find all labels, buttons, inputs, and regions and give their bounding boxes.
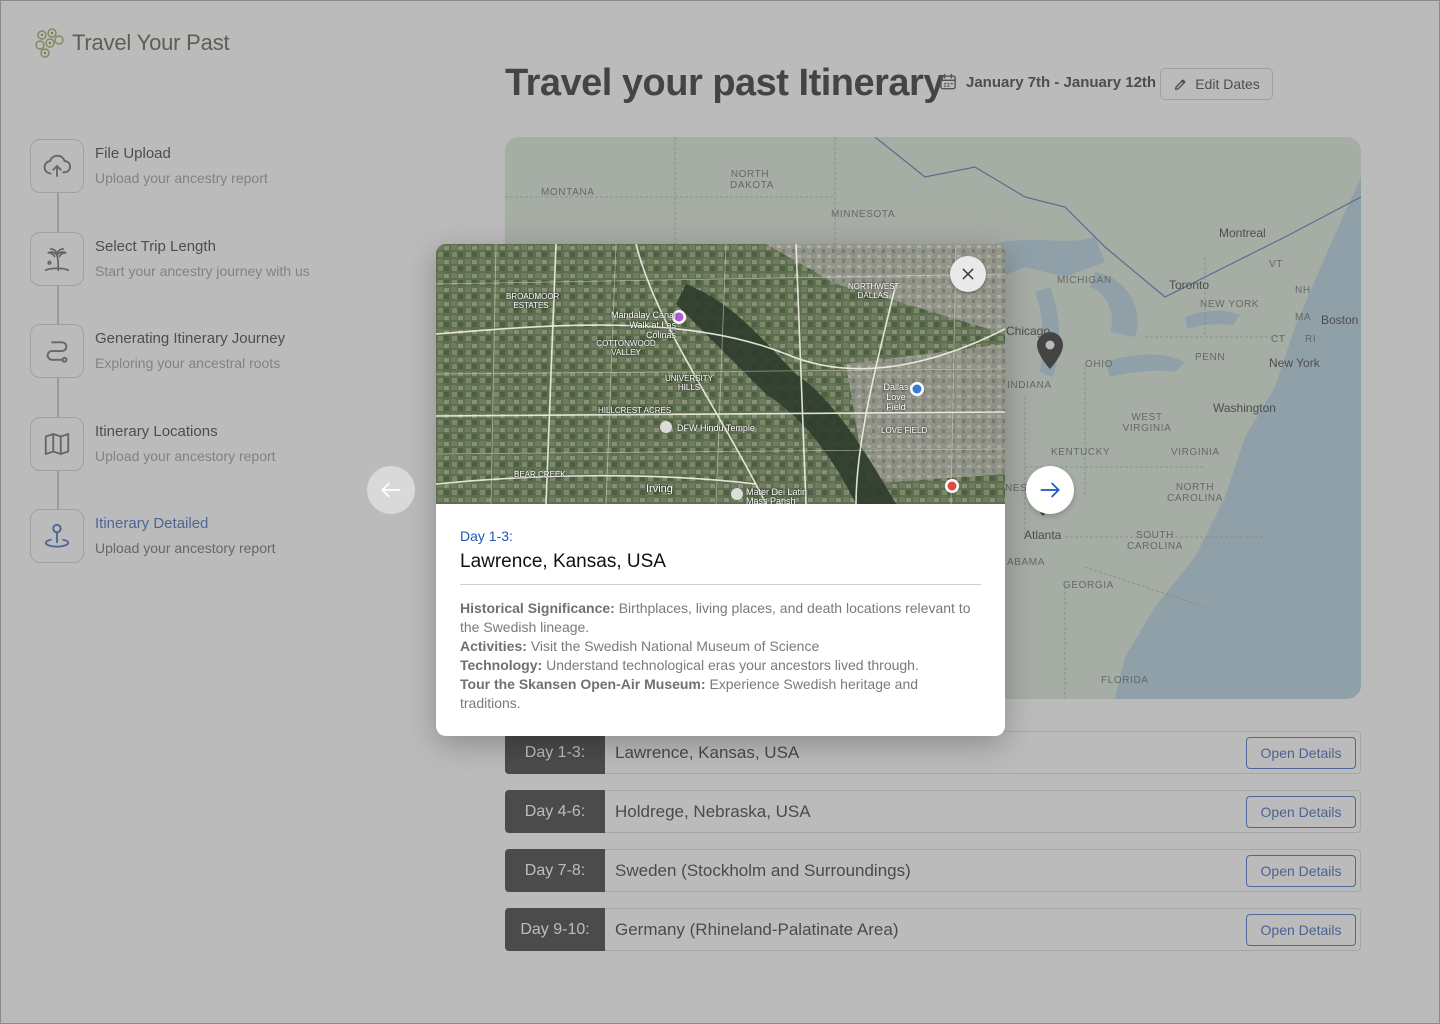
arrow-left-icon bbox=[381, 482, 401, 498]
next-location-button[interactable] bbox=[1026, 466, 1074, 514]
satellite-place-label: COTTONWOOD VALLEY bbox=[596, 339, 656, 357]
modal-day-label: Day 1-3: bbox=[460, 528, 513, 544]
satellite-place-label: DFW Hindu Temple bbox=[677, 423, 755, 433]
satellite-place-label: Mater Dei Latin Mass Parish bbox=[746, 487, 808, 505]
satellite-place-label: BEAR CREEK bbox=[514, 470, 566, 479]
satellite-place-label: Dallas Love Field bbox=[883, 382, 909, 412]
satellite-place-label: HILLCREST ACRES bbox=[598, 406, 672, 415]
location-detail-modal: Mandalay Canal Walk at Las Colinas COTTO… bbox=[436, 244, 1005, 736]
arrow-right-icon bbox=[1040, 482, 1060, 498]
close-modal-button[interactable] bbox=[950, 256, 986, 292]
location-satellite-map[interactable]: Mandalay Canal Walk at Las Colinas COTTO… bbox=[436, 244, 1005, 504]
satellite-place-label: BROADMOOR ESTATES bbox=[506, 292, 560, 310]
satellite-place-label: NORTHWEST DALLAS bbox=[848, 282, 900, 300]
detail-text: Understand technological eras your ances… bbox=[546, 657, 919, 673]
satellite-place-label: Irving bbox=[646, 483, 673, 495]
detail-label: Historical Significance: bbox=[460, 600, 615, 616]
satellite-place-label: LOVE FIELD bbox=[881, 426, 928, 435]
detail-label: Technology: bbox=[460, 657, 543, 673]
close-icon bbox=[962, 268, 974, 280]
satellite-map-image bbox=[436, 244, 1005, 504]
location-detail-body: Day 1-3: Lawrence, Kansas, USA Historica… bbox=[460, 528, 981, 713]
detail-text: Visit the Swedish National Museum of Sci… bbox=[530, 638, 820, 654]
modal-place-title: Lawrence, Kansas, USA bbox=[460, 551, 981, 585]
satellite-place-label: UNIVERSITY HILLS bbox=[664, 374, 713, 392]
detail-label: Activities: bbox=[460, 638, 527, 654]
previous-location-button[interactable] bbox=[367, 466, 415, 514]
detail-label: Tour the Skansen Open-Air Museum: bbox=[460, 676, 706, 692]
modal-description: Historical Significance: Birthplaces, li… bbox=[460, 599, 981, 713]
satellite-place-label: Mandalay Canal Walk at Las Colinas bbox=[610, 310, 676, 340]
